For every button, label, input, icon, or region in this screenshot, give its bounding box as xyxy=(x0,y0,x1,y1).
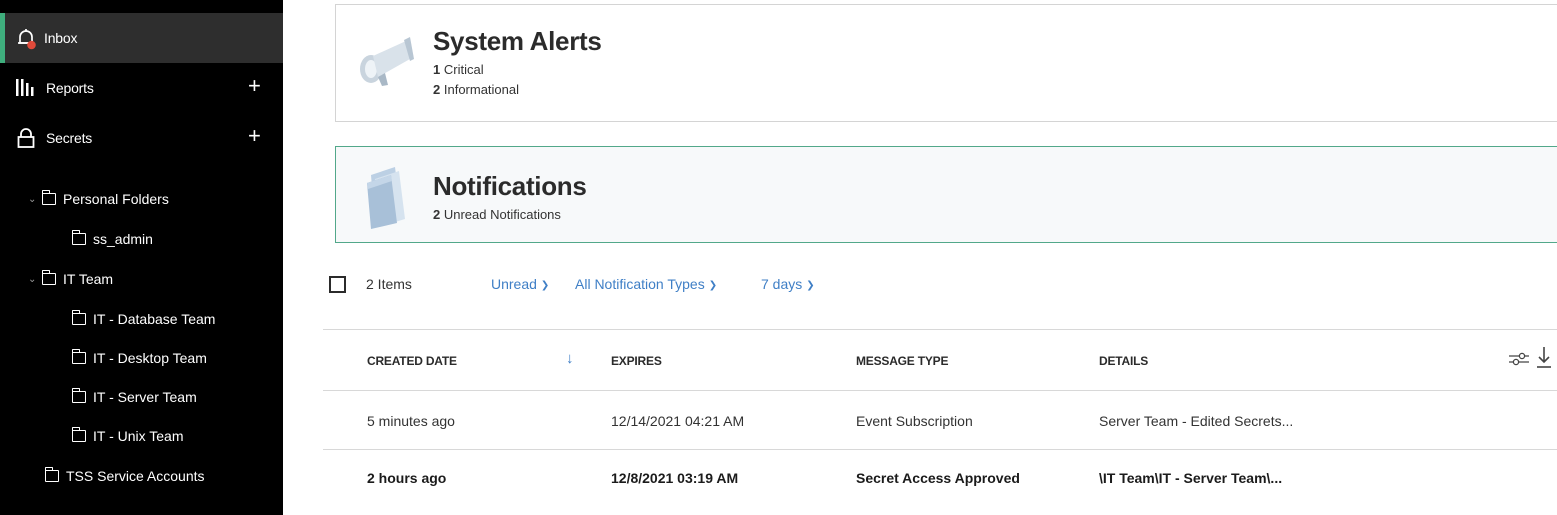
critical-count-line: 1 Critical xyxy=(433,62,484,77)
column-settings-icon[interactable] xyxy=(1508,349,1530,374)
folder-icon xyxy=(71,310,86,325)
critical-count: 1 xyxy=(433,62,441,77)
folder-icon xyxy=(71,230,86,245)
cell-expires: 12/8/2021 03:19 AM xyxy=(611,470,739,486)
folder-icon xyxy=(41,190,56,205)
chevron-down-icon: ❯ xyxy=(708,280,718,291)
type-filter-dropdown[interactable]: All Notification Types ❯ xyxy=(575,276,717,292)
folder-label: IT - Unix Team xyxy=(93,428,184,444)
status-filter-value: Unread xyxy=(491,276,537,292)
folder-icon xyxy=(71,349,86,364)
chevron-down-icon: ❯ xyxy=(540,280,550,291)
cell-created: 2 hours ago xyxy=(367,470,447,486)
bell-icon xyxy=(14,26,38,50)
divider xyxy=(323,449,1557,450)
info-label: Informational xyxy=(443,82,520,97)
sidebar-item-label: Inbox xyxy=(44,30,78,46)
card-title: Notifications xyxy=(433,171,587,201)
add-report-button[interactable]: + xyxy=(248,75,261,97)
folder-label: Personal Folders xyxy=(63,191,169,207)
cell-expires: 12/14/2021 04:21 AM xyxy=(611,413,745,429)
cell-message-type: Event Subscription xyxy=(856,413,973,429)
cell-details[interactable]: \IT Team\IT - Server Team\... xyxy=(1099,470,1282,486)
chevron-down-icon[interactable]: ⌄ xyxy=(28,194,42,205)
cell-created: 5 minutes ago xyxy=(367,413,455,429)
folder-it-unix-team[interactable]: IT - Unix Team xyxy=(71,421,184,451)
megaphone-icon xyxy=(356,35,416,92)
column-header-details[interactable]: DETAILS xyxy=(1099,354,1148,368)
folder-label: TSS Service Accounts xyxy=(66,468,205,484)
date-range-dropdown[interactable]: 7 days ❯ xyxy=(761,276,815,292)
folder-it-database-team[interactable]: IT - Database Team xyxy=(71,304,216,334)
folder-it-team[interactable]: ⌄ IT Team xyxy=(28,264,113,294)
folder-ss-admin[interactable]: ss_admin xyxy=(71,224,153,254)
chevron-down-icon[interactable]: ⌄ xyxy=(28,274,42,285)
arrow-down-icon[interactable]: ↓ xyxy=(566,350,574,367)
chevron-down-icon: ❯ xyxy=(806,280,815,291)
sidebar-item-label: Secrets xyxy=(46,130,93,146)
item-count: 2 Items xyxy=(366,276,412,292)
add-secret-button[interactable]: + xyxy=(248,125,261,147)
critical-label: Critical xyxy=(443,62,484,77)
folder-label: IT - Database Team xyxy=(93,311,216,327)
notifications-table: CREATED DATE ↓ EXPIRES MESSAGE TYPE DETA… xyxy=(323,329,1557,515)
cell-message-type: Secret Access Approved xyxy=(856,470,1020,486)
info-count: 2 xyxy=(433,82,441,97)
sidebar-item-secrets[interactable]: Secrets + xyxy=(0,113,283,163)
notification-dot-icon xyxy=(27,40,36,50)
folder-icon xyxy=(71,427,86,442)
unread-count: 2 xyxy=(433,207,441,222)
folder-it-server-team[interactable]: IT - Server Team xyxy=(71,382,197,412)
divider xyxy=(323,329,1557,330)
folder-it-desktop-team[interactable]: IT - Desktop Team xyxy=(71,343,207,373)
informational-count-line: 2 Informational xyxy=(433,82,519,97)
folder-tss-service-accounts[interactable]: TSS Service Accounts xyxy=(44,461,205,491)
bar-chart-icon xyxy=(14,76,38,100)
active-indicator xyxy=(0,13,5,63)
column-header-message-type[interactable]: MESSAGE TYPE xyxy=(856,354,948,368)
status-filter-dropdown[interactable]: Unread ❯ xyxy=(491,276,549,292)
sidebar-item-inbox[interactable]: Inbox xyxy=(0,13,283,63)
system-alerts-card[interactable]: System Alerts 1 Critical 2 Informational xyxy=(335,4,1557,122)
divider xyxy=(323,390,1557,391)
folder-label: IT - Server Team xyxy=(93,389,197,405)
card-title: System Alerts xyxy=(433,26,602,56)
folder-label: IT - Desktop Team xyxy=(93,350,207,366)
unread-count-line: 2 Unread Notifications xyxy=(433,207,561,222)
folder-label: ss_admin xyxy=(93,231,153,247)
folder-personal-folders[interactable]: ⌄ Personal Folders xyxy=(28,184,169,214)
column-header-created-date[interactable]: CREATED DATE xyxy=(367,354,457,368)
lock-icon xyxy=(14,126,38,150)
select-all-checkbox[interactable] xyxy=(329,276,346,293)
folder-icon xyxy=(41,270,56,285)
filter-bar: 2 Items Unread ❯ All Notification Types ❯ … xyxy=(323,268,1557,302)
cell-details[interactable]: Server Team - Edited Secrets... xyxy=(1099,413,1293,429)
unread-label: Unread Notifications xyxy=(443,207,561,222)
download-icon[interactable] xyxy=(1536,345,1552,374)
date-range-value: 7 days xyxy=(761,276,803,292)
sidebar-item-reports[interactable]: Reports + xyxy=(0,63,283,113)
folder-icon xyxy=(44,467,59,482)
folder-label: IT Team xyxy=(63,271,114,287)
notifications-card[interactable]: Notifications 2 Unread Notifications xyxy=(335,146,1557,243)
folder-icon xyxy=(71,388,86,403)
column-header-expires[interactable]: EXPIRES xyxy=(611,354,662,368)
type-filter-value: All Notification Types xyxy=(575,276,705,292)
sidebar: Inbox Reports + Secrets + ⌄ Personal Fol… xyxy=(0,0,283,515)
folder-icon xyxy=(361,165,411,234)
sidebar-item-label: Reports xyxy=(46,80,94,96)
